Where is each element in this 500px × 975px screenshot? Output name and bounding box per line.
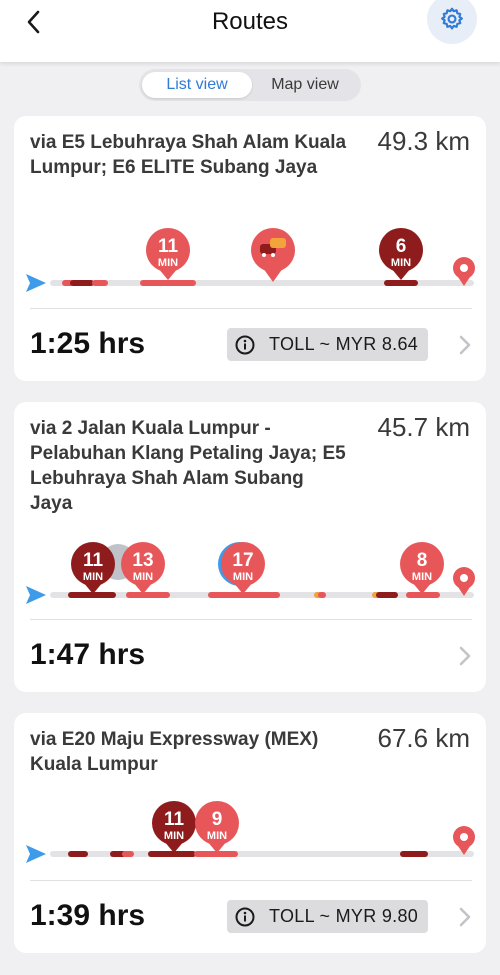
destination-pin-icon (453, 826, 475, 855)
page-title: Routes (211, 8, 289, 35)
delay-unit: MIN (391, 257, 411, 269)
route-duration: 1:39 hrs (30, 899, 146, 932)
gear-icon (441, 7, 463, 30)
chevron-right-icon[interactable] (458, 645, 472, 667)
delay-minutes: 8 (417, 550, 428, 571)
route-card[interactable]: via 2 Jalan Kuala Lumpur - Pelabuhan Kla… (14, 402, 486, 692)
delay-unit: MIN (133, 571, 153, 583)
traffic-segment (126, 592, 170, 598)
chevron-right-icon[interactable] (458, 334, 472, 356)
delay-unit: MIN (412, 571, 432, 583)
route-distance: 45.7 km (377, 412, 471, 442)
toll-badge: TOLL ~ MYR 8.64 (227, 328, 429, 361)
traffic-segment (406, 592, 440, 598)
start-arrow-icon (26, 845, 46, 863)
delay-pin[interactable]: 8 MIN (400, 542, 444, 594)
delay-minutes: 11 (158, 236, 179, 257)
delay-pin[interactable]: 11 MIN (146, 228, 190, 280)
destination-pin-icon (453, 567, 475, 596)
traffic-segment (194, 851, 238, 857)
traffic-bar: 11 MIN 6 MIN (26, 228, 475, 292)
toll-text: TOLL ~ MYR 8.64 (269, 334, 419, 354)
traffic-segment (318, 592, 326, 598)
view-toggle: List view Map view (139, 69, 361, 101)
chevron-right-icon[interactable] (458, 906, 472, 928)
route-via: via E20 Maju Expressway (MEX) Kuala Lump… (30, 729, 319, 775)
traffic-segment (148, 851, 196, 857)
traffic-bar: 11 MIN 9 MIN (26, 801, 475, 863)
delay-unit: MIN (164, 830, 184, 842)
traffic-segment (400, 851, 428, 857)
route-duration: 1:47 hrs (30, 638, 146, 671)
list-view-tab[interactable]: List view (142, 72, 252, 98)
divider (30, 308, 472, 309)
traffic-segment (208, 592, 280, 598)
delay-pin[interactable]: 6 MIN (379, 228, 423, 280)
traffic-segment (68, 851, 88, 857)
delay-minutes: 13 (132, 550, 153, 571)
divider (30, 880, 472, 881)
traffic-segment (68, 592, 116, 598)
delay-minutes: 11 (164, 809, 185, 830)
route-via: via E5 Lebuhraya Shah Alam Kuala Lumpur;… (30, 132, 347, 178)
header-bar: Routes (0, 0, 500, 62)
route-card[interactable]: via E5 Lebuhraya Shah Alam Kuala Lumpur;… (14, 116, 486, 381)
delay-minutes: 6 (396, 236, 407, 257)
delay-pin[interactable]: 17 MIN (218, 542, 265, 594)
toll-badge: TOLL ~ MYR 9.80 (227, 900, 429, 933)
traffic-segment (376, 592, 398, 598)
traffic-bar: 11 MIN 13 MIN 17 MIN 8 MIN (26, 542, 475, 604)
settings-button[interactable] (427, 0, 477, 44)
delay-minutes: 11 (83, 550, 104, 571)
delay-minutes: 9 (212, 809, 223, 830)
delay-minutes: 17 (232, 550, 253, 571)
route-distance: 67.6 km (377, 723, 471, 753)
delay-pin[interactable]: 9 MIN (195, 801, 239, 853)
car-crash-icon[interactable] (251, 228, 295, 282)
info-icon (235, 907, 255, 927)
traffic-segment (70, 280, 94, 286)
delay-unit: MIN (83, 571, 103, 583)
delay-pin[interactable]: 11 MIN (152, 801, 196, 853)
delay-unit: MIN (207, 830, 227, 842)
traffic-segment (92, 280, 108, 286)
route-via: via 2 Jalan Kuala Lumpur - Pelabuhan Kla… (30, 418, 346, 514)
traffic-segment (384, 280, 418, 286)
delay-pin[interactable]: 11 MIN (71, 542, 115, 594)
info-icon (235, 335, 255, 355)
route-distance: 49.3 km (377, 126, 471, 156)
divider (30, 619, 472, 620)
start-arrow-icon (26, 274, 46, 292)
route-card[interactable]: via E20 Maju Expressway (MEX) Kuala Lump… (14, 713, 486, 953)
delay-unit: MIN (233, 571, 253, 583)
map-view-tab[interactable]: Map view (252, 72, 358, 98)
traffic-segment (122, 851, 134, 857)
toll-text: TOLL ~ MYR 9.80 (269, 906, 419, 926)
traffic-segment (140, 280, 196, 286)
route-duration: 1:25 hrs (30, 327, 146, 360)
delay-unit: MIN (158, 257, 178, 269)
delay-pin[interactable]: 13 MIN (121, 542, 165, 594)
start-arrow-icon (26, 586, 46, 604)
